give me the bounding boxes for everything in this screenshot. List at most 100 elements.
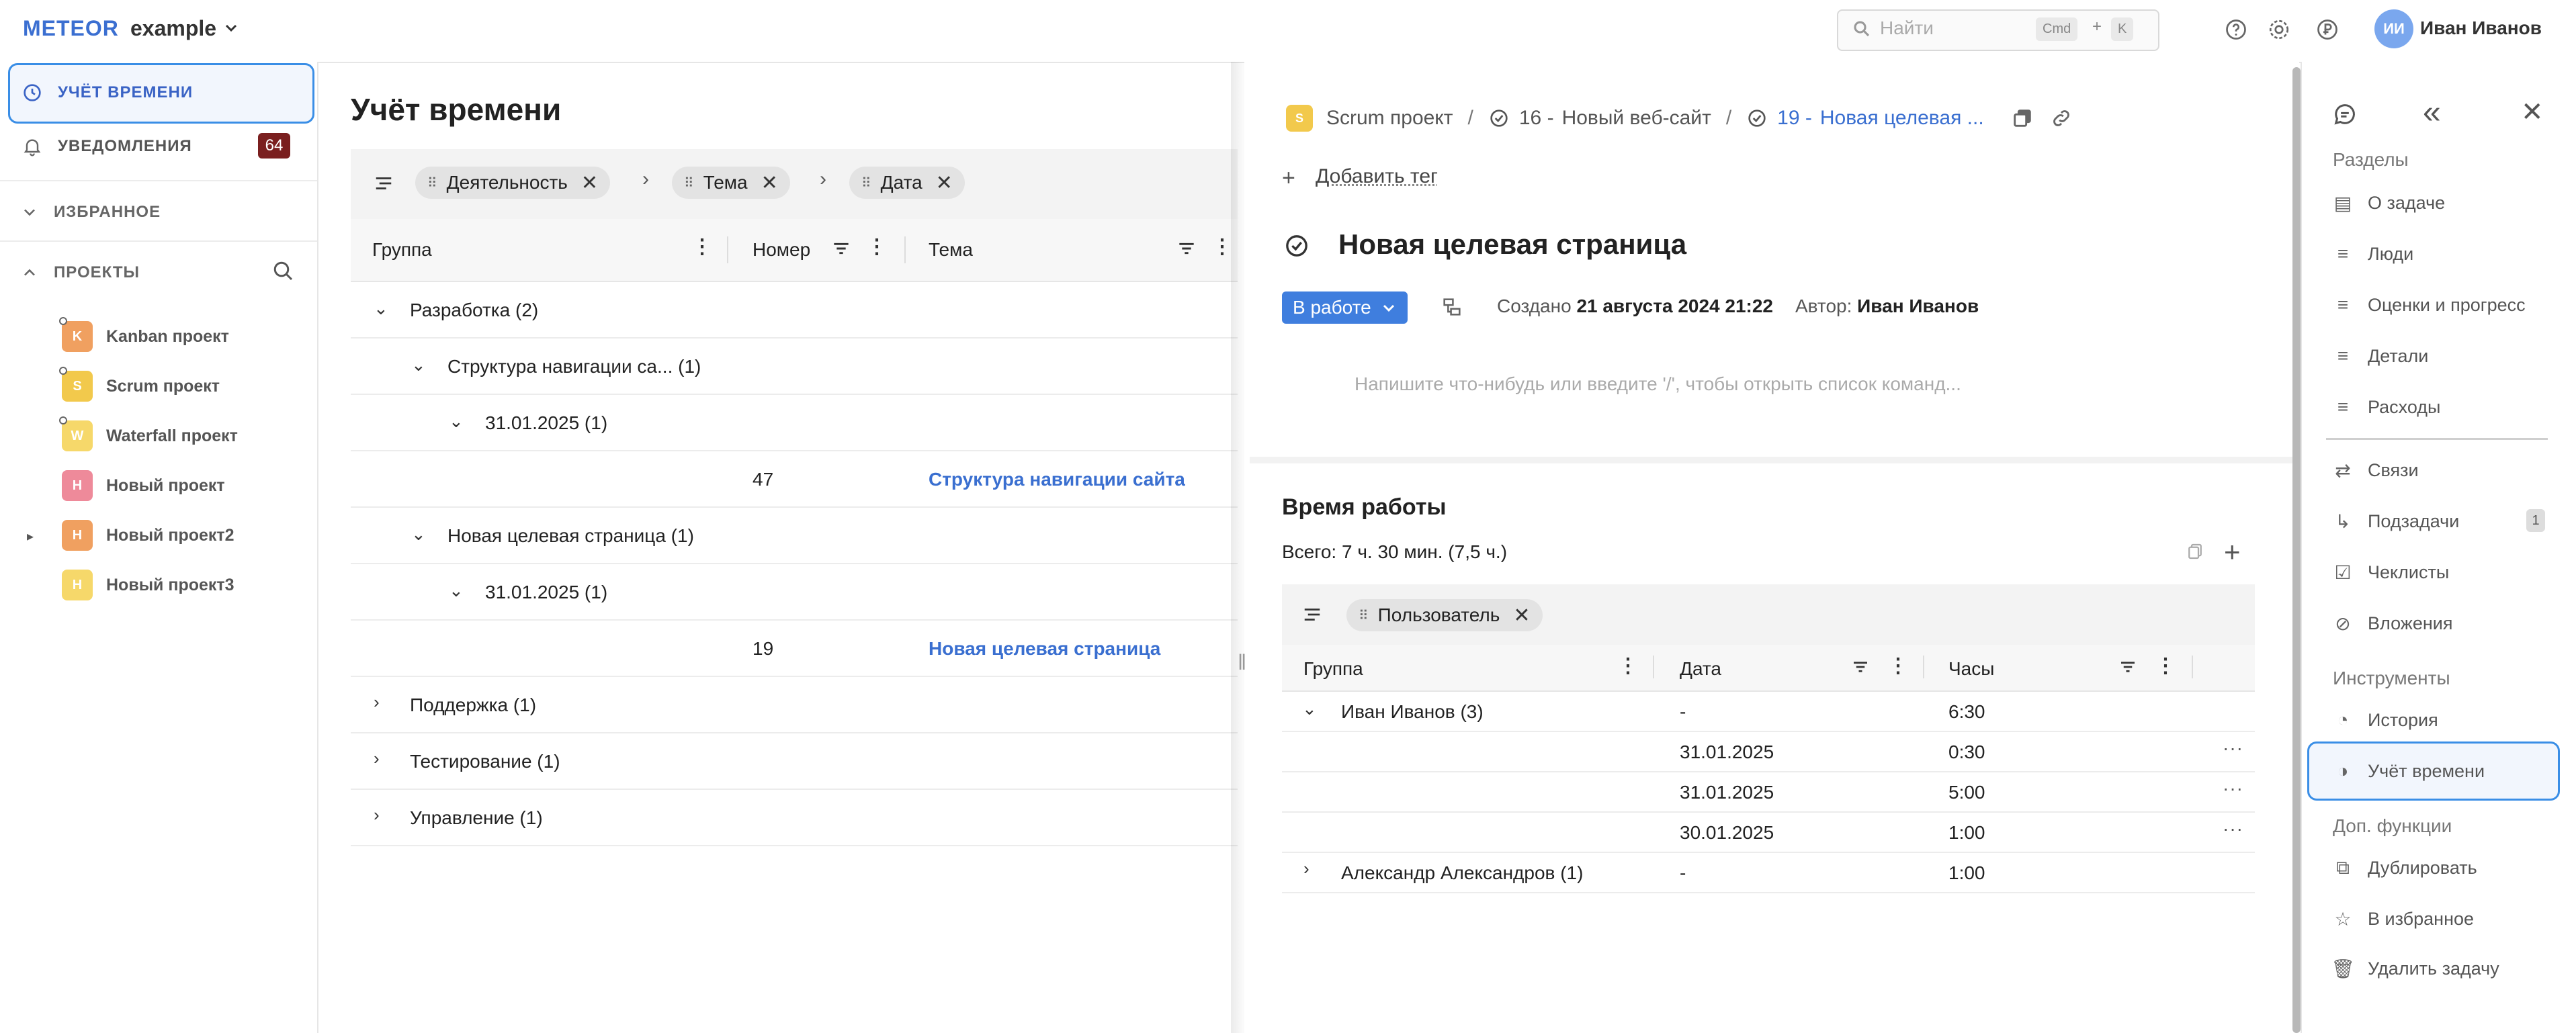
- close-icon[interactable]: ✕: [936, 171, 953, 195]
- rail-item-links[interactable]: ⇄ Связи: [2333, 451, 2418, 489]
- work-row[interactable]: ⌄ Иван Иванов (3) - 6:30: [1282, 692, 2255, 732]
- drag-handle-icon[interactable]: ⠿: [684, 175, 694, 191]
- work-row[interactable]: 31.01.2025 0:30 ···: [1282, 732, 2255, 772]
- rail-item-attachments[interactable]: ⊘ Вложения: [2333, 604, 2452, 642]
- task-title[interactable]: Новая целевая страница: [1338, 228, 1686, 261]
- help-icon[interactable]: [2224, 17, 2248, 42]
- copy-icon[interactable]: [2011, 107, 2034, 130]
- gear-icon[interactable]: [2267, 17, 2291, 42]
- rail-item-about[interactable]: ▤ О задаче: [2333, 184, 2445, 222]
- sidebar-item-project[interactable]: K Kanban проект: [62, 320, 229, 353]
- row-menu-icon[interactable]: ···: [2223, 778, 2243, 799]
- table-row[interactable]: ⌄ 31.01.2025 (1): [351, 564, 1238, 621]
- table-row[interactable]: ⌄ 31.01.2025 (1): [351, 395, 1238, 451]
- collapse-icon[interactable]: «: [2423, 94, 2441, 131]
- user-name[interactable]: Иван Иванов: [2420, 17, 2542, 39]
- task-check-icon[interactable]: [1283, 232, 1310, 259]
- rail-item-details[interactable]: ≡ Детали: [2333, 337, 2429, 375]
- sidebar-item-project[interactable]: Н Новый проект2: [62, 519, 234, 552]
- chevron-down-icon[interactable]: ⌄: [1302, 699, 1317, 719]
- chevron-down-icon[interactable]: ⌄: [374, 298, 388, 319]
- close-icon[interactable]: ✕: [581, 171, 598, 195]
- copy-icon[interactable]: [2185, 541, 2205, 562]
- currency-icon[interactable]: [2315, 17, 2339, 42]
- group-settings-icon[interactable]: [374, 173, 394, 193]
- rail-item-people[interactable]: ≡ Люди: [2333, 235, 2413, 273]
- group-chip[interactable]: ⠿ Пользователь ✕: [1346, 599, 1543, 631]
- rail-item-history[interactable]: ◔ История: [2333, 701, 2438, 739]
- search-icon[interactable]: [271, 259, 296, 283]
- rail-item-favorite[interactable]: ☆ В избранное: [2333, 900, 2474, 938]
- column-header-hours[interactable]: Часы: [1948, 658, 1994, 680]
- table-row[interactable]: › Тестирование (1): [351, 733, 1238, 790]
- drag-handle-icon[interactable]: ⠿: [427, 175, 437, 191]
- table-row[interactable]: › Поддержка (1): [351, 677, 1238, 733]
- breadcrumb-project[interactable]: Scrum проект: [1326, 107, 1453, 130]
- column-menu-icon[interactable]: ⋮: [1888, 654, 1908, 678]
- column-menu-icon[interactable]: ⋮: [867, 235, 887, 259]
- column-resizer[interactable]: [1923, 656, 1924, 678]
- rail-item-subtasks[interactable]: ↳ Подзадачи: [2333, 502, 2459, 540]
- table-row[interactable]: 19 Новая целевая страница: [351, 621, 1238, 677]
- chevron-down-icon[interactable]: [20, 203, 39, 222]
- sidebar-item-project[interactable]: Н Новый проект3: [62, 568, 234, 602]
- close-icon[interactable]: ✕: [1513, 604, 1530, 627]
- column-menu-icon[interactable]: ⋮: [1212, 235, 1232, 259]
- task-link[interactable]: Новая целевая страница: [929, 638, 1160, 660]
- filter-icon[interactable]: [2118, 657, 2138, 677]
- expand-triangle-icon[interactable]: ▸: [27, 528, 34, 545]
- breadcrumb-parent-number[interactable]: 16 -: [1519, 107, 1554, 130]
- link-icon[interactable]: [2050, 107, 2073, 130]
- group-chip[interactable]: ⠿ Тема ✕: [672, 167, 790, 199]
- work-row[interactable]: 31.01.2025 5:00 ···: [1282, 772, 2255, 813]
- column-resizer[interactable]: [904, 236, 906, 263]
- column-resizer[interactable]: [2192, 656, 2193, 678]
- rail-item-time-tracking-content[interactable]: ◑ Учёт времени: [2333, 752, 2485, 790]
- rail-item-expenses[interactable]: ≡ Расходы: [2333, 388, 2441, 426]
- column-resizer[interactable]: [727, 236, 728, 263]
- drag-handle-icon[interactable]: ⠿: [861, 175, 871, 191]
- row-menu-icon[interactable]: ···: [2223, 737, 2243, 759]
- panel-scrollbar[interactable]: [2292, 67, 2301, 1033]
- column-menu-icon[interactable]: ⋮: [2155, 654, 2176, 678]
- breadcrumb-parent[interactable]: Новый веб-сайт: [1562, 107, 1711, 130]
- filter-icon[interactable]: [1176, 238, 1197, 259]
- column-header-number[interactable]: Номер: [753, 239, 810, 261]
- panel-resize-handle[interactable]: ‖: [1238, 650, 1246, 675]
- rail-item-delete[interactable]: 🗑 Удалить задачу: [2331, 950, 2499, 987]
- rail-item-checklists[interactable]: ☑ Чеклисты: [2333, 553, 2449, 591]
- task-link[interactable]: Структура навигации сайта: [929, 469, 1185, 490]
- column-menu-icon[interactable]: ⋮: [1618, 654, 1638, 678]
- author-value[interactable]: Иван Иванов: [1857, 296, 1979, 316]
- avatar[interactable]: ИИ: [2374, 9, 2413, 48]
- chevron-down-icon[interactable]: [223, 20, 239, 36]
- table-row[interactable]: ⌄ Структура навигации са... (1): [351, 339, 1238, 395]
- table-row[interactable]: › Управление (1): [351, 790, 1238, 846]
- column-menu-icon[interactable]: ⋮: [692, 235, 712, 259]
- workspace-switcher[interactable]: example: [130, 16, 216, 41]
- group-chip[interactable]: ⠿ Дата ✕: [849, 167, 965, 199]
- rail-item-duplicate[interactable]: ⧉ Дублировать: [2333, 849, 2477, 887]
- chevron-down-icon[interactable]: ⌄: [411, 355, 426, 375]
- plus-icon[interactable]: +: [2224, 536, 2241, 568]
- sidebar-item-project[interactable]: W Waterfall проект: [62, 419, 238, 453]
- favorites-section-toggle[interactable]: ИЗБРАННОЕ: [54, 203, 161, 222]
- sidebar-item-project[interactable]: S Scrum проект: [62, 369, 220, 403]
- group-chip[interactable]: ⠿ Деятельность ✕: [415, 167, 611, 199]
- description-editor[interactable]: Напишите что-нибудь или введите '/', что…: [1355, 373, 1961, 395]
- work-row[interactable]: 30.01.2025 1:00 ···: [1282, 813, 2255, 853]
- hierarchy-icon[interactable]: [1441, 296, 1463, 318]
- chevron-right-icon[interactable]: ›: [374, 692, 380, 713]
- column-header-date[interactable]: Дата: [1680, 658, 1721, 680]
- row-menu-icon[interactable]: ···: [2223, 818, 2243, 840]
- column-resizer[interactable]: [1653, 656, 1654, 678]
- table-row[interactable]: ⌄ Разработка (2): [351, 282, 1238, 339]
- breadcrumb-task[interactable]: Новая целевая ...: [1820, 107, 1984, 130]
- add-tag-link[interactable]: Добавить тег: [1316, 165, 1438, 188]
- breadcrumb-task-number[interactable]: 19 -: [1777, 107, 1812, 130]
- close-icon[interactable]: ✕: [761, 171, 778, 195]
- sidebar-item-notifications[interactable]: УВЕДОМЛЕНИЯ: [58, 137, 192, 156]
- column-header-topic[interactable]: Тема: [929, 239, 973, 261]
- projects-section-toggle[interactable]: ПРОЕКТЫ: [54, 263, 140, 282]
- bell-icon[interactable]: [22, 136, 43, 157]
